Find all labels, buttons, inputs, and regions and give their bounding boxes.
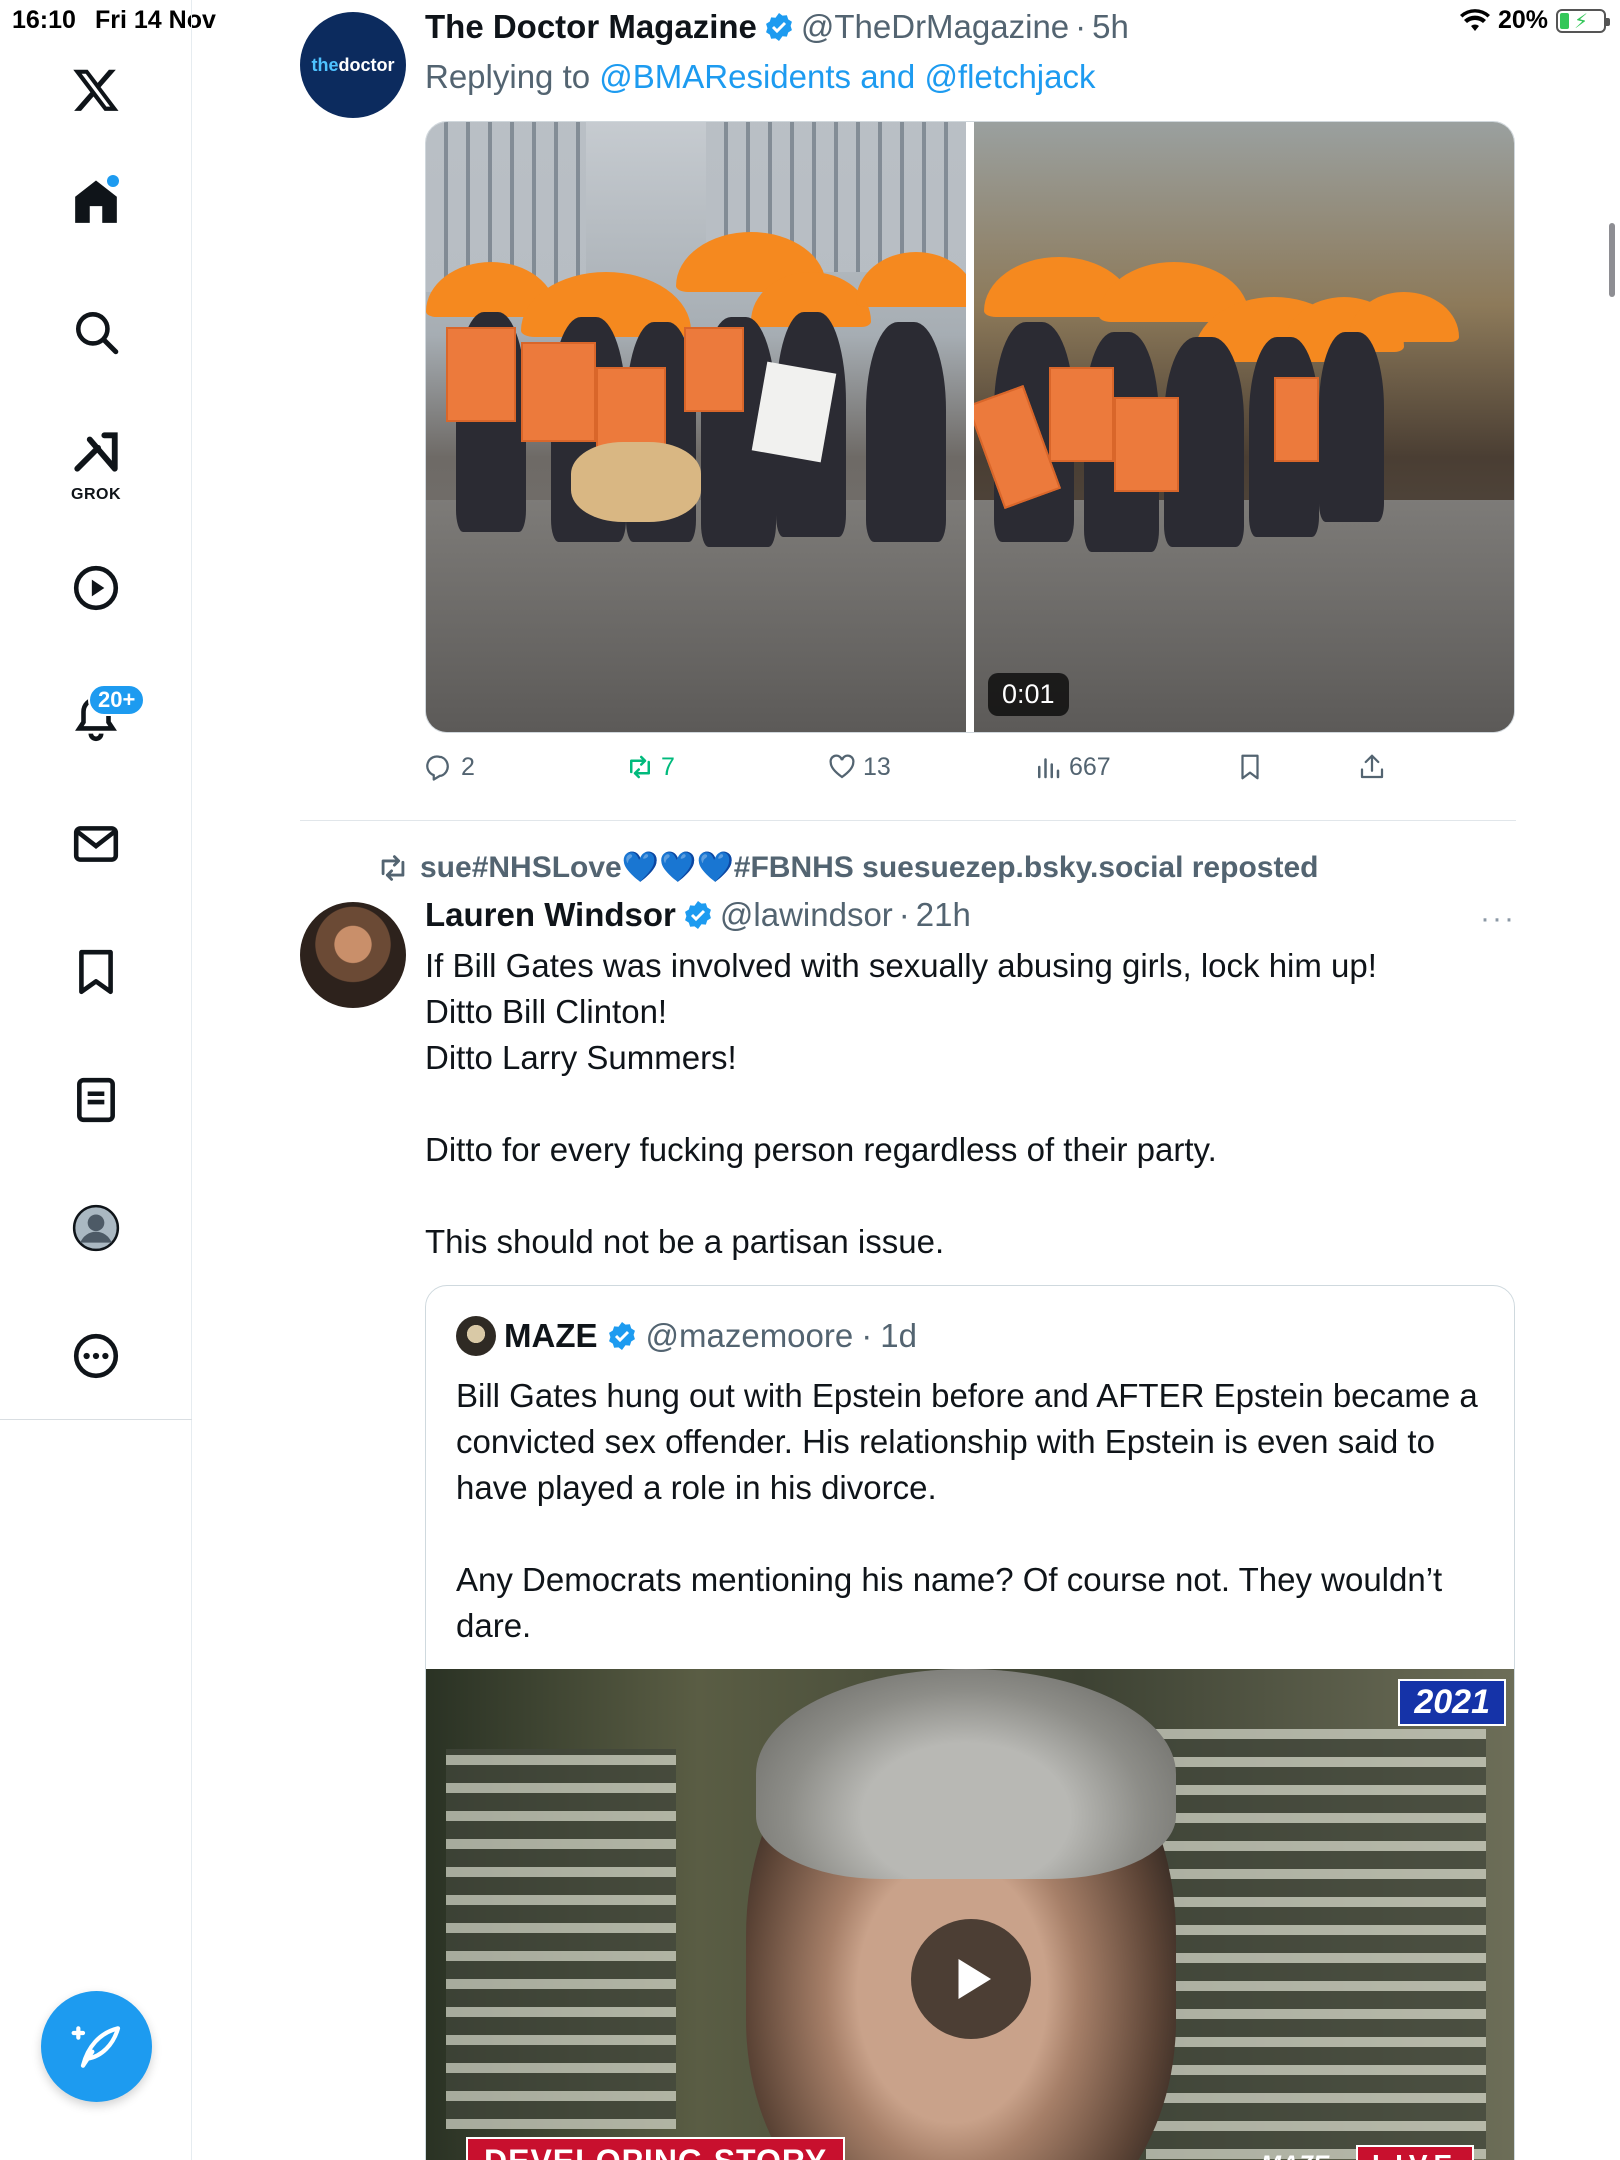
repost-count: 7 xyxy=(661,752,675,781)
more-circle-icon[interactable] xyxy=(56,1316,136,1396)
sidebar: GROK 20+ xyxy=(0,0,192,2160)
tweet-header: Lauren Windsor @lawindsor · 21h xyxy=(425,896,971,934)
author-name[interactable]: The Doctor Magazine xyxy=(425,8,757,46)
play-icon xyxy=(958,1959,991,1999)
grok-label: GROK xyxy=(71,486,121,503)
verified-icon xyxy=(608,1322,635,1350)
reply-mention-2[interactable]: @fletchjack xyxy=(924,58,1095,95)
replying-prefix: Replying to xyxy=(425,58,600,95)
video-duration: 0:01 xyxy=(988,673,1069,716)
repost-icon xyxy=(630,755,650,779)
tweet-time[interactable]: 5h xyxy=(1092,8,1129,46)
views-icon xyxy=(1038,758,1060,779)
author-handle[interactable]: @lawindsor xyxy=(720,896,893,934)
bookmark-icon[interactable] xyxy=(56,932,136,1012)
replying-to: Replying to @BMAResidents and @fletchjac… xyxy=(425,58,1096,96)
heart-icon xyxy=(829,754,855,779)
compose-button[interactable] xyxy=(41,1991,152,2102)
battery-percent: 20% xyxy=(1497,6,1548,34)
repost-attribution[interactable]: sue#NHSLove💙💙💙#FBNHS suesuezep.bsky.soci… xyxy=(376,850,1318,885)
status-right: 20% ⚡ xyxy=(1459,6,1610,35)
reply-count: 2 xyxy=(461,752,475,781)
repost-button[interactable]: 7 xyxy=(625,752,675,782)
quoted-tweet[interactable]: MAZE @mazemoore · 1d Bill Gates hung out… xyxy=(425,1285,1515,2160)
media-grid: 0:01 xyxy=(425,121,1515,733)
like-count: 13 xyxy=(863,752,891,781)
x-logo-icon[interactable] xyxy=(56,50,136,130)
repost-text: sue#NHSLove💙💙💙#FBNHS suesuezep.bsky.soci… xyxy=(420,851,1319,884)
reply-mention-1[interactable]: @BMAResidents xyxy=(599,58,851,95)
year-badge: 2021 xyxy=(1398,1679,1506,1726)
video-subject-hair xyxy=(756,1669,1176,1879)
scrollbar[interactable] xyxy=(1609,223,1615,297)
avatar[interactable]: the doctor xyxy=(300,12,406,118)
reply-icon xyxy=(426,755,449,781)
battery-icon: ⚡ xyxy=(1556,8,1610,33)
avatar-text-prefix: the xyxy=(311,54,339,75)
bookmark-icon xyxy=(1241,754,1259,780)
quote-avatar[interactable] xyxy=(456,1316,496,1356)
like-button[interactable]: 13 xyxy=(827,752,891,782)
avatar[interactable] xyxy=(300,902,406,1008)
live-badge: LIVE xyxy=(1356,2145,1475,2160)
home-notification-dot xyxy=(107,175,119,187)
reply-button[interactable]: 2 xyxy=(425,752,475,782)
share-button[interactable] xyxy=(1357,752,1387,782)
grok-icon[interactable]: GROK xyxy=(56,416,136,506)
reply-and: and xyxy=(851,58,925,95)
quote-video[interactable]: 2021 DEVELOPING STORY MAZE LIVE xyxy=(426,1669,1514,2160)
time-separator: · xyxy=(1075,8,1087,45)
home-icon[interactable] xyxy=(56,162,136,242)
more-options-icon[interactable]: ··· xyxy=(1480,902,1516,936)
repost-icon xyxy=(381,854,405,881)
tweet-header: The Doctor Magazine @TheDrMagazine · 5h xyxy=(425,8,1129,46)
compose-icon xyxy=(71,2025,120,2068)
tweet-actions: 2 7 13 667 xyxy=(425,752,1525,792)
sidebar-divider xyxy=(0,1419,192,1420)
share-icon xyxy=(1360,754,1384,779)
author-name[interactable]: Lauren Windsor xyxy=(425,896,676,934)
tweet-time[interactable]: 21h xyxy=(916,896,971,934)
quote-time-separator: · xyxy=(861,1317,873,1354)
quote-author-name[interactable]: MAZE xyxy=(504,1317,598,1355)
notifications-badge: 20+ xyxy=(88,684,146,716)
avatar-text-suffix: doctor xyxy=(338,54,395,75)
quote-header: MAZE @mazemoore · 1d xyxy=(456,1316,917,1356)
bookmark-button[interactable] xyxy=(1235,752,1265,782)
protest-video[interactable]: 0:01 xyxy=(974,122,1514,732)
protest-photo[interactable] xyxy=(426,122,966,732)
tweet-divider xyxy=(300,820,1516,821)
maze-watermark: MAZE xyxy=(1261,2151,1329,2160)
verified-icon xyxy=(765,13,792,41)
views-button[interactable]: 667 xyxy=(1033,752,1111,782)
profile-icon[interactable] xyxy=(56,1188,136,1268)
view-count: 667 xyxy=(1069,752,1111,781)
play-circle-icon[interactable] xyxy=(56,548,136,628)
quote-author-handle[interactable]: @mazemoore xyxy=(646,1317,854,1355)
quote-text: Bill Gates hung out with Epstein before … xyxy=(456,1377,1478,1644)
search-icon[interactable] xyxy=(56,292,136,372)
play-button[interactable] xyxy=(911,1919,1031,2039)
author-handle[interactable]: @TheDrMagazine xyxy=(801,8,1069,46)
tweet-text: If Bill Gates was involved with sexually… xyxy=(425,947,1377,1260)
developing-story-banner: DEVELOPING STORY xyxy=(466,2137,846,2160)
quote-time[interactable]: 1d xyxy=(880,1317,917,1355)
mail-icon[interactable] xyxy=(56,804,136,884)
wifi-icon xyxy=(1459,8,1490,31)
time-separator: · xyxy=(898,896,910,933)
verified-icon xyxy=(684,901,711,929)
list-icon[interactable] xyxy=(56,1060,136,1140)
